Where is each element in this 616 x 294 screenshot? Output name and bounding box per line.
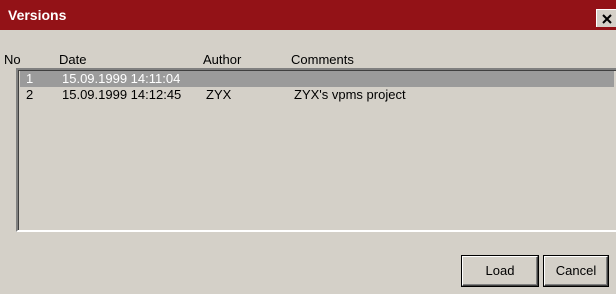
list-item[interactable]: 2 15.09.1999 14:12:45 ZYX ZYX's vpms pro… — [20, 87, 614, 103]
column-header-author[interactable]: Author — [203, 52, 241, 68]
close-button[interactable] — [596, 9, 616, 27]
cell-comments: ZYX's vpms project — [294, 87, 406, 102]
close-icon — [602, 14, 612, 24]
window-title: Versions — [8, 7, 67, 23]
cancel-button[interactable]: Cancel — [544, 256, 608, 286]
column-header-comments[interactable]: Comments — [291, 52, 354, 68]
column-header-date[interactable]: Date — [59, 52, 86, 68]
versions-list[interactable]: 1 15.09.1999 14:11:04 2 15.09.1999 14:12… — [16, 68, 616, 232]
column-header-no[interactable]: No — [4, 52, 21, 68]
cell-date: 15.09.1999 14:11:04 — [62, 71, 181, 86]
list-item-selected[interactable]: 1 15.09.1999 14:11:04 — [20, 71, 614, 87]
cell-no: 1 — [26, 71, 34, 86]
cell-date: 15.09.1999 14:12:45 — [62, 87, 182, 102]
cell-no: 2 — [26, 87, 34, 102]
cell-author: ZYX — [206, 87, 232, 102]
title-bar[interactable]: Versions — [0, 0, 616, 30]
versions-dialog: Versions No Date Author Comments 1 15.09… — [0, 0, 616, 294]
load-button[interactable]: Load — [462, 256, 538, 286]
